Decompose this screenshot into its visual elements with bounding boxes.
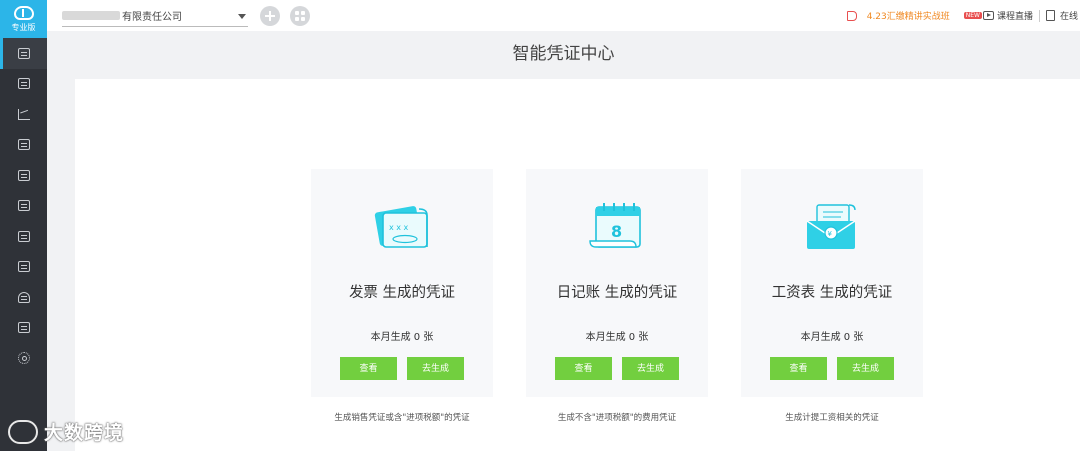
online-link[interactable]: 在线 (1060, 9, 1080, 22)
card-title: 工资表 生成的凭证 (771, 285, 893, 301)
brand-logo[interactable]: 专业版 (0, 0, 47, 38)
generate-button[interactable]: 去生成 (622, 357, 679, 380)
redacted-company-prefix (62, 10, 120, 20)
card-count: 本月生成 0 张 (800, 332, 864, 343)
page-title: 智能凭证中心 (512, 44, 615, 64)
watermark: 大数跨境 (8, 418, 124, 445)
sidebar-item-settings[interactable] (0, 343, 47, 374)
announcement-link[interactable]: 4.23汇缴精讲实战班 (867, 9, 950, 22)
sidebar-item-assets[interactable] (0, 252, 47, 283)
book-icon (1046, 10, 1055, 21)
company-name: 有限责任公司 (122, 11, 182, 23)
svg-text:¥: ¥ (828, 230, 833, 238)
watermark-logo-icon (8, 419, 38, 444)
generate-button[interactable]: 去生成 (407, 357, 464, 380)
card-title: 发票 生成的凭证 (348, 285, 456, 301)
sidebar-nav (0, 38, 47, 374)
top-right-links: 4.23汇缴精讲实战班 NEW 课程直播 在线 (846, 0, 1080, 31)
brand-label: 专业版 (11, 22, 36, 32)
view-button[interactable]: 查看 (555, 357, 612, 380)
journal-calendar-icon: 8 (589, 203, 641, 248)
view-button[interactable]: 查看 (340, 357, 397, 380)
tax-icon (17, 322, 30, 334)
company-select[interactable]: 有限责任公司 (62, 5, 248, 27)
sidebar-item-calendar[interactable] (0, 160, 47, 191)
sidebar-item-reports[interactable] (0, 99, 47, 130)
generate-button[interactable]: 去生成 (837, 357, 894, 380)
invoice-ticket-icon: x x x (374, 206, 428, 248)
live-course-link[interactable]: 课程直播 (997, 9, 1033, 22)
apps-grid-button[interactable] (290, 5, 310, 26)
card-description: 生成销售凭证或含"进项税额"的凭证 (334, 413, 470, 423)
salary-envelope-icon: ¥ (806, 204, 856, 249)
salary-voucher-card: ¥ 工资表 生成的凭证 本月生成 0 张 查看 去生成 生成计提工资相关的凭证 (741, 169, 923, 423)
cloud-upload-icon (13, 5, 34, 20)
add-button[interactable] (260, 5, 280, 26)
person-icon (17, 291, 30, 303)
sidebar-item-ledger[interactable] (0, 69, 47, 100)
card-description: 生成不含"进项税额"的费用凭证 (557, 413, 677, 423)
sidebar: 专业版 (0, 0, 47, 451)
sidebar-item-invoice[interactable] (0, 191, 47, 222)
invoice-icon (17, 200, 30, 212)
card-count: 本月生成 0 张 (370, 332, 434, 343)
top-bar: 有限责任公司 4.23汇缴精讲实战班 NEW 课程直播 在线 (47, 0, 1080, 31)
sidebar-item-books[interactable] (0, 130, 47, 161)
invoice-voucher-card: x x x 发票 生成的凭证 本月生成 0 张 查看 去生成 生成销售凭证或含"… (311, 169, 493, 423)
sidebar-item-inventory[interactable] (0, 221, 47, 252)
sidebar-item-payroll[interactable] (0, 282, 47, 313)
calendar-icon (17, 169, 30, 181)
card-title: 日记账 生成的凭证 (556, 285, 678, 301)
speaker-icon (846, 10, 857, 21)
sidebar-item-voucher-center[interactable] (0, 38, 47, 69)
chart-icon (17, 108, 30, 120)
chevron-down-icon (238, 13, 246, 19)
card-count: 本月生成 0 张 (585, 332, 649, 343)
monitor-icon (17, 261, 30, 273)
journal-voucher-card: 8 日记账 生成的凭证 本月生成 0 张 查看 去生成 生成不含"进项税额"的费… (526, 169, 708, 423)
watermark-text: 大数跨境 (44, 422, 125, 444)
new-badge: NEW (963, 12, 982, 19)
svg-text:x x x: x x x (389, 223, 409, 232)
box-icon (17, 230, 30, 242)
gear-icon (17, 352, 30, 365)
card-description: 生成计提工资相关的凭证 (785, 413, 879, 423)
play-icon (982, 11, 994, 20)
main-content: x x x 发票 生成的凭证 本月生成 0 张 查看 去生成 生成销售凭证或含"… (75, 79, 1080, 451)
svg-text:8: 8 (611, 222, 622, 241)
sidebar-item-tax[interactable] (0, 313, 47, 344)
view-button[interactable]: 查看 (770, 357, 827, 380)
voucher-icon (17, 47, 30, 59)
ledger-icon (17, 78, 30, 90)
book-icon (17, 139, 30, 151)
divider (1039, 9, 1040, 22)
